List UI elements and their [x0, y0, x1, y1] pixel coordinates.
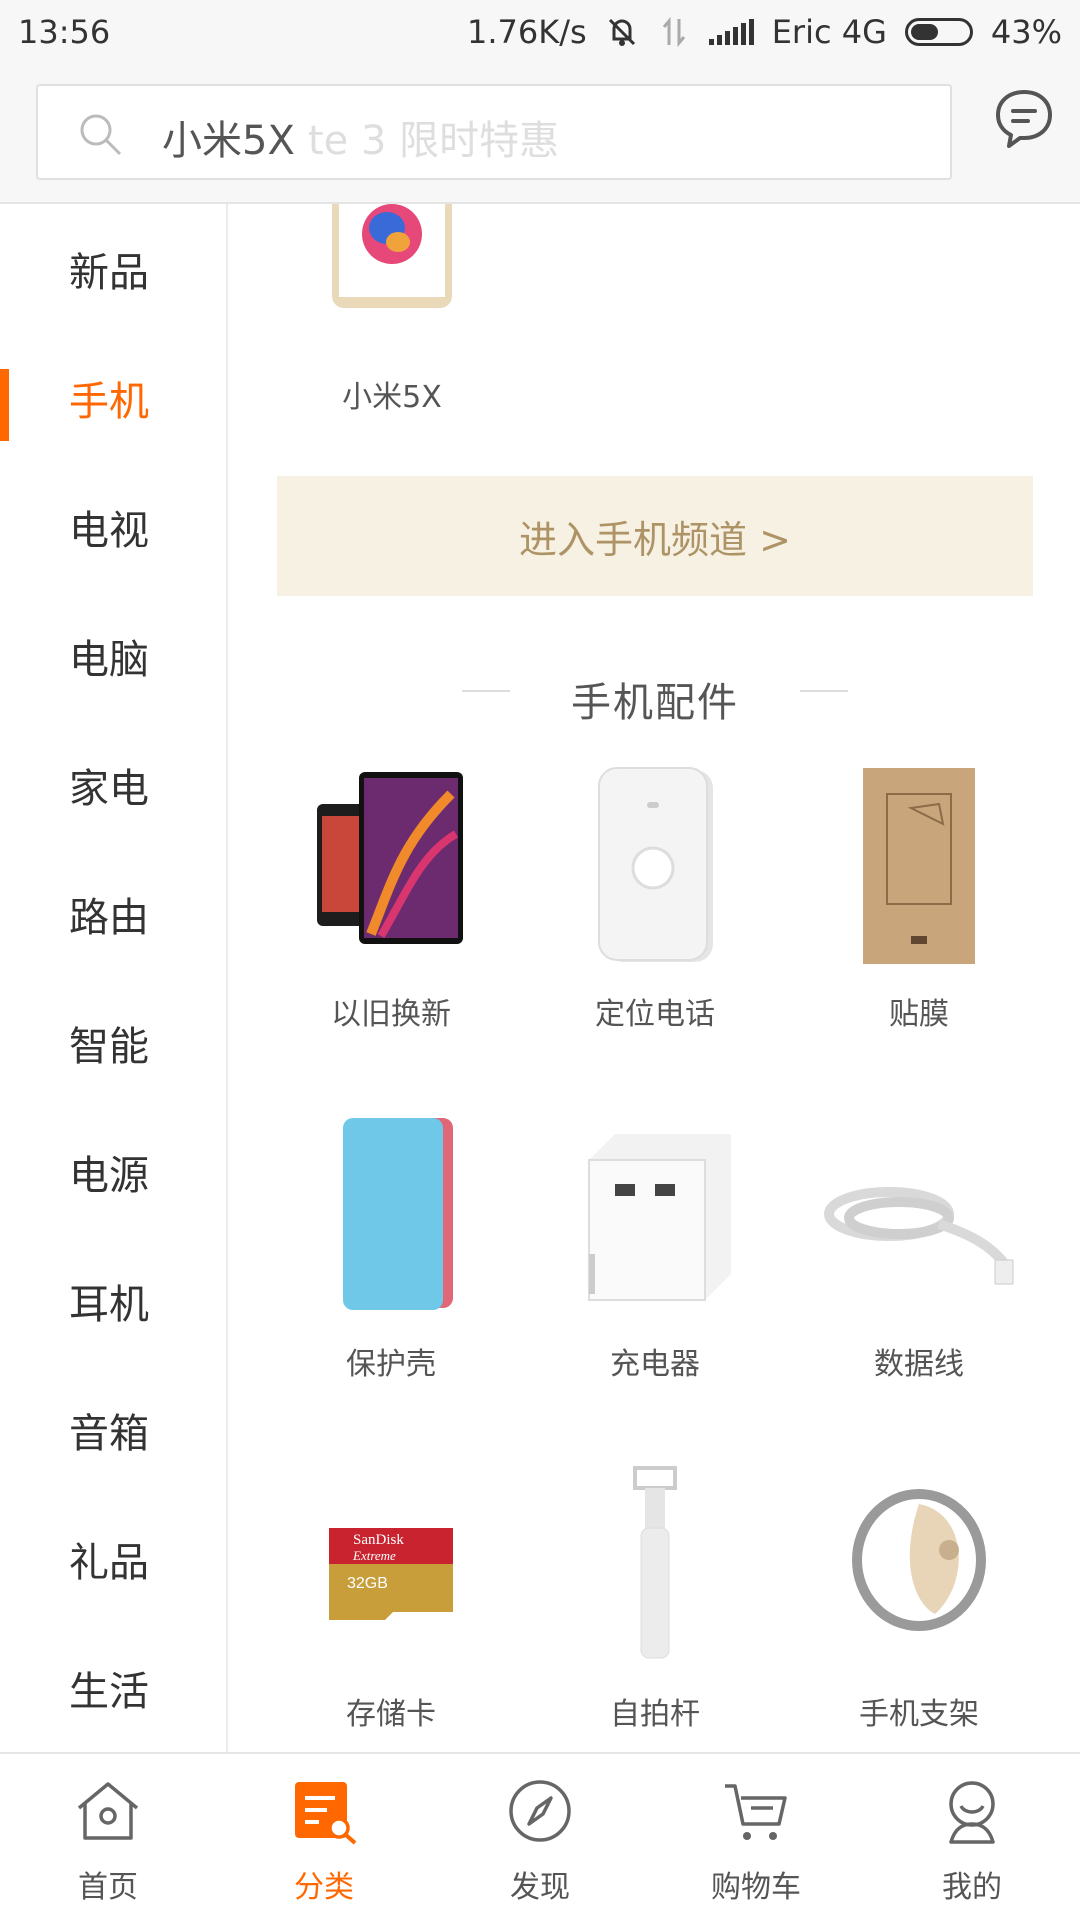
accessory-memory-card[interactable]: SanDisk Extreme 32GB 存储卡 [260, 1464, 522, 1752]
message-icon[interactable] [992, 86, 1056, 150]
cable-image [819, 1114, 1019, 1314]
category-icon [295, 1782, 357, 1845]
sidebar-item-new[interactable]: 新品 [0, 204, 226, 333]
product-label: 小米5X [342, 380, 442, 415]
status-bar: 13:56 1.76K/s Eric 4G 43% [0, 0, 1080, 64]
sidebar-item-router[interactable]: 路由 [0, 849, 226, 978]
carrier-label: Eric 4G [771, 13, 887, 51]
search-input[interactable]: te 3 限时特惠 小米5X [36, 84, 952, 180]
section-divider-right [800, 690, 848, 692]
accessory-label: 存储卡 [346, 1697, 436, 1732]
sidebar-item-gift[interactable]: 礼品 [0, 1494, 226, 1623]
charger-image [555, 1114, 755, 1314]
sidebar-item-speaker[interactable]: 音箱 [0, 1365, 226, 1494]
category-sidebar: 新品 手机 电视 电脑 家电 路由 智能 电源 耳机 音箱 礼品 生活 [0, 204, 228, 1752]
nav-discover[interactable]: 发现 [432, 1754, 648, 1920]
accessory-cable[interactable]: 数据线 [788, 1114, 1050, 1404]
nav-cart[interactable]: 购物车 [648, 1754, 864, 1920]
status-time: 13:56 [18, 13, 111, 51]
screen-film-image [819, 764, 1019, 964]
sidebar-item-computer[interactable]: 电脑 [0, 591, 226, 720]
sidebar-item-power[interactable]: 电源 [0, 1107, 226, 1236]
nav-label: 首页 [78, 1870, 138, 1905]
phone-5x-image [332, 204, 452, 308]
sidebar-item-tv[interactable]: 电视 [0, 462, 226, 591]
search-placeholder: te 3 限时特惠 [308, 118, 560, 164]
accessory-ring-holder[interactable]: 手机支架 [788, 1464, 1050, 1752]
locator-phone-image [555, 764, 755, 964]
phone-case-image [291, 1114, 491, 1314]
search-text: 小米5X [162, 118, 295, 164]
accessory-label: 自拍杆 [610, 1697, 700, 1732]
sidebar-item-earphone[interactable]: 耳机 [0, 1236, 226, 1365]
nav-home[interactable]: 首页 [0, 1754, 216, 1920]
home-icon [77, 1782, 139, 1840]
battery-icon [904, 18, 973, 46]
card-capacity: 32GB [347, 1575, 388, 1592]
sidebar-item-smart[interactable]: 智能 [0, 978, 226, 1107]
section-title: 手机配件 [571, 680, 739, 726]
card-brand: SanDisk [353, 1532, 404, 1548]
accessory-label: 贴膜 [889, 997, 949, 1032]
sidebar-item-life[interactable]: 生活 [0, 1623, 226, 1752]
accessory-phone-case[interactable]: 保护壳 [260, 1114, 522, 1404]
category-content: 小米5X 进入手机频道 > 手机配件 以旧换新 定位电话 贴膜 保护壳 充电器 … [230, 204, 1080, 1752]
enter-phone-channel-button[interactable]: 进入手机频道 > [277, 476, 1033, 596]
memory-card-image: SanDisk Extreme 32GB [291, 1464, 491, 1664]
status-indicators: 1.76K/s Eric 4G 43% [467, 13, 1062, 51]
nav-label: 发现 [510, 1870, 570, 1905]
bottom-nav: 首页 分类 发现 购物车 我的 [0, 1752, 1080, 1920]
ring-holder-image [819, 1464, 1019, 1664]
header: te 3 限时特惠 小米5X [0, 64, 1080, 204]
cart-icon [725, 1784, 787, 1840]
profile-icon [949, 1781, 995, 1844]
product-xiaomi-5x[interactable]: 小米5X [292, 204, 492, 415]
accessory-screen-film[interactable]: 贴膜 [788, 764, 1050, 1054]
compass-icon [509, 1780, 571, 1842]
accessory-locator-phone[interactable]: 定位电话 [524, 764, 786, 1054]
data-transfer-icon [657, 15, 691, 49]
phones-image [291, 764, 491, 964]
sidebar-item-phone[interactable]: 手机 [0, 333, 226, 462]
accessory-trade-in[interactable]: 以旧换新 [260, 764, 522, 1054]
accessory-label: 充电器 [610, 1347, 700, 1382]
mute-icon [605, 15, 639, 49]
accessory-label: 以旧换新 [331, 997, 451, 1032]
nav-label: 购物车 [711, 1870, 801, 1905]
card-line: Extreme [352, 1548, 396, 1563]
accessory-label: 定位电话 [595, 997, 715, 1032]
accessory-label: 保护壳 [346, 1347, 436, 1382]
nav-label: 我的 [942, 1870, 1002, 1905]
nav-label: 分类 [294, 1870, 354, 1905]
nav-profile[interactable]: 我的 [864, 1754, 1080, 1920]
accessory-charger[interactable]: 充电器 [524, 1114, 786, 1404]
accessory-label: 数据线 [874, 1347, 964, 1382]
battery-percent: 43% [990, 13, 1062, 51]
accessory-selfie-stick[interactable]: 自拍杆 [524, 1464, 786, 1752]
accessory-label: 手机支架 [859, 1697, 979, 1732]
nav-category[interactable]: 分类 [216, 1754, 432, 1920]
network-speed: 1.76K/s [467, 13, 587, 51]
selfie-stick-image [555, 1464, 755, 1664]
search-icon [76, 110, 124, 158]
sidebar-item-appliance[interactable]: 家电 [0, 720, 226, 849]
signal-icon [708, 19, 754, 45]
battery-level [910, 24, 938, 40]
